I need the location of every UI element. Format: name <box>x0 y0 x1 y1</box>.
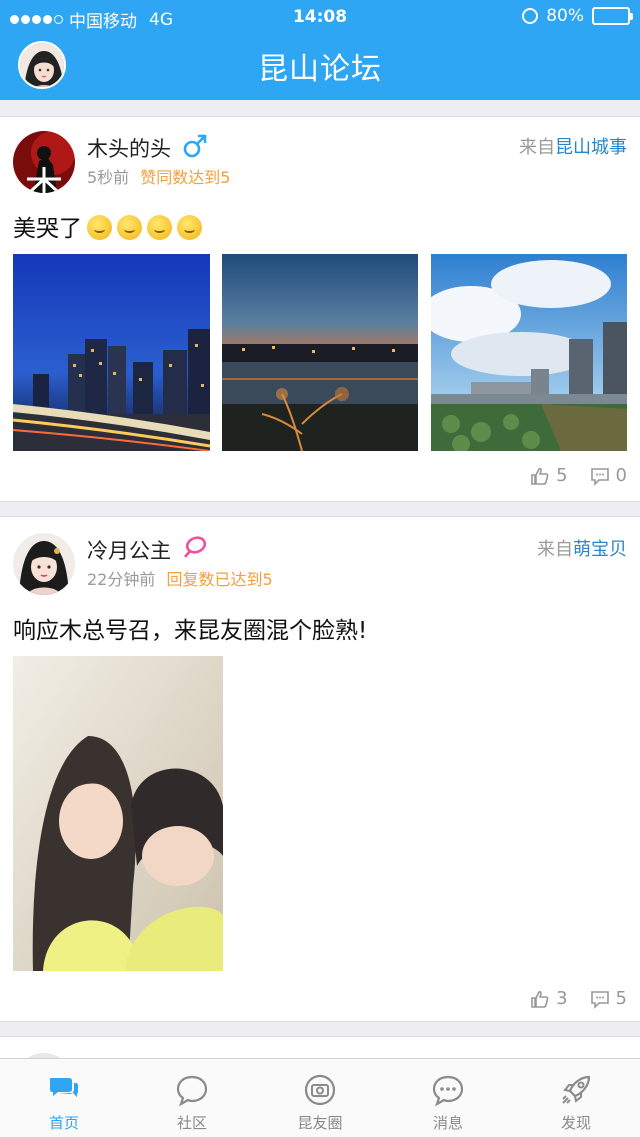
post-card[interactable]: 冷月公主 22分钟前 回复数已达到5 来自萌宝贝 响应木总号召，来昆友圈混个脸熟… <box>0 516 640 1022</box>
post-time: 22分钟前 <box>87 570 156 589</box>
post-actions: 3 5 <box>530 988 627 1009</box>
post-photo[interactable] <box>13 254 210 451</box>
status-badge: 赞同数达到5 <box>140 168 231 187</box>
like-button[interactable]: 3 <box>530 988 568 1009</box>
like-button[interactable]: 5 <box>530 465 568 486</box>
thumbs-up-icon <box>531 467 549 485</box>
status-right: 80% <box>522 6 633 26</box>
comment-button[interactable]: 5 <box>590 988 627 1009</box>
tab-label: 首页 <box>48 1114 79 1132</box>
battery-icon <box>592 7 633 25</box>
smiley-emoji-icon <box>117 215 142 240</box>
thumbs-up-icon <box>531 990 549 1008</box>
bottom-tab-bar: 首页 社区 昆友圈 消息 发现 <box>0 1058 640 1137</box>
tab-discover[interactable]: 发现 <box>512 1059 640 1137</box>
source-prefix: 来自 <box>537 539 573 560</box>
post-source[interactable]: 来自昆山城事 <box>519 133 627 159</box>
comment-button[interactable]: 0 <box>590 465 627 486</box>
chat-bubbles-icon <box>50 1078 78 1097</box>
rocket-icon <box>562 1075 591 1104</box>
status-bar: 中国移动 4G 14:08 80% <box>0 0 640 34</box>
page-title: 昆山论坛 <box>258 52 382 87</box>
camera-circle-icon <box>304 1074 336 1106</box>
post-text: 响应木总号召，来昆友圈混个脸熟! <box>13 618 368 644</box>
message-dots-icon <box>432 1075 464 1107</box>
author-name[interactable]: 冷月公主 <box>87 535 208 565</box>
tab-friends-circle[interactable]: 昆友圈 <box>256 1059 384 1137</box>
tab-messages[interactable]: 消息 <box>384 1059 512 1137</box>
smiley-emoji-icon <box>147 215 172 240</box>
tab-label: 发现 <box>560 1114 591 1132</box>
post-text: 美哭了 <box>13 209 202 243</box>
tab-community[interactable]: 社区 <box>128 1059 256 1137</box>
tab-label: 消息 <box>432 1114 463 1132</box>
post-meta: 5秒前 赞同数达到5 <box>87 164 230 188</box>
source-link[interactable]: 昆山城事 <box>555 137 627 158</box>
top-bar: 中国移动 4G 14:08 80% 昆山论坛 <box>0 0 640 100</box>
comment-count: 0 <box>615 465 627 486</box>
author-avatar[interactable] <box>13 533 75 595</box>
smiley-emoji-icon <box>87 215 112 240</box>
post-time: 5秒前 <box>87 168 130 187</box>
comment-icon <box>590 990 609 1009</box>
post-photo[interactable] <box>13 656 223 971</box>
author-avatar[interactable] <box>13 131 75 193</box>
tab-home[interactable]: 首页 <box>0 1059 128 1137</box>
like-count: 3 <box>556 988 568 1009</box>
post-card[interactable]: 木头的头 5秒前 赞同数达到5 来自昆山城事 美哭了 5 0 <box>0 116 640 502</box>
female-icon <box>183 536 206 558</box>
battery-percent: 80% <box>546 6 584 26</box>
post-photo[interactable] <box>431 254 627 451</box>
author-name[interactable]: 木头的头 <box>87 133 208 163</box>
speech-bubble-icon <box>176 1075 208 1107</box>
comment-icon <box>590 467 609 486</box>
author-name-text[interactable]: 木头的头 <box>87 137 171 161</box>
post-photo[interactable] <box>222 254 418 451</box>
post-source[interactable]: 来自萌宝贝 <box>537 535 627 561</box>
author-name-text[interactable]: 冷月公主 <box>87 539 171 563</box>
post-meta: 22分钟前 回复数已达到5 <box>87 566 273 590</box>
post-text-content: 美哭了 <box>13 216 82 242</box>
post-actions: 5 0 <box>530 465 627 486</box>
comment-count: 5 <box>615 988 627 1009</box>
status-badge: 回复数已达到5 <box>166 570 273 589</box>
tab-label: 昆友圈 <box>297 1114 343 1132</box>
source-link[interactable]: 萌宝贝 <box>573 539 627 560</box>
like-count: 5 <box>556 465 568 486</box>
source-prefix: 来自 <box>519 137 555 158</box>
male-icon <box>183 134 206 158</box>
alarm-icon <box>522 8 539 24</box>
tab-label: 社区 <box>176 1114 207 1132</box>
smiley-emoji-icon <box>177 215 202 240</box>
